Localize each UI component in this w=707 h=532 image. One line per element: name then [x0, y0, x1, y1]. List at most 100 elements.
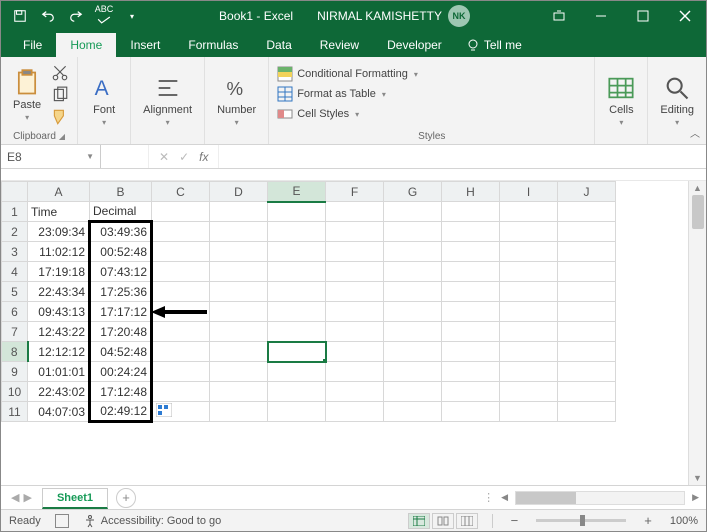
- cell[interactable]: [268, 382, 326, 402]
- cell[interactable]: Decimal: [90, 202, 152, 222]
- redo-icon[interactable]: [65, 5, 87, 27]
- scroll-right-icon[interactable]: ▶: [689, 492, 702, 503]
- cell[interactable]: [210, 262, 268, 282]
- macro-record-icon[interactable]: [55, 514, 69, 528]
- cell[interactable]: [442, 242, 500, 262]
- horizontal-scrollbar[interactable]: ⋮ ◀ ▶: [136, 491, 706, 505]
- cell[interactable]: [210, 282, 268, 302]
- row-header[interactable]: 8: [2, 342, 28, 362]
- row-header[interactable]: 9: [2, 362, 28, 382]
- cancel-formula-icon[interactable]: ✕: [159, 150, 169, 164]
- cell[interactable]: [500, 262, 558, 282]
- cell[interactable]: [268, 282, 326, 302]
- row-header[interactable]: 7: [2, 322, 28, 342]
- cell[interactable]: 17:25:36: [90, 282, 152, 302]
- cell[interactable]: 12:12:12: [28, 342, 90, 362]
- tell-me[interactable]: Tell me: [456, 33, 532, 57]
- cell[interactable]: [442, 402, 500, 422]
- insert-function-icon[interactable]: fx: [199, 150, 208, 164]
- cell[interactable]: [500, 322, 558, 342]
- scroll-up-icon[interactable]: ▲: [693, 183, 702, 193]
- save-icon[interactable]: [9, 5, 31, 27]
- cell[interactable]: [210, 402, 268, 422]
- format-painter-icon[interactable]: [51, 108, 69, 126]
- cell[interactable]: [500, 402, 558, 422]
- cell[interactable]: [152, 362, 210, 382]
- cell[interactable]: 01:01:01: [28, 362, 90, 382]
- tab-file[interactable]: File: [9, 33, 56, 57]
- undo-icon[interactable]: [37, 5, 59, 27]
- cell[interactable]: [268, 262, 326, 282]
- tab-formulas[interactable]: Formulas: [174, 33, 252, 57]
- select-all-triangle[interactable]: [2, 182, 28, 202]
- dialog-launcher-icon[interactable]: ◢: [59, 132, 65, 141]
- cell[interactable]: [268, 202, 326, 222]
- zoom-out-icon[interactable]: −: [507, 513, 523, 528]
- name-box[interactable]: E8▼: [1, 145, 101, 168]
- cell[interactable]: [558, 262, 616, 282]
- new-sheet-button[interactable]: +: [116, 488, 136, 508]
- vertical-scrollbar[interactable]: ▲ ▼: [688, 181, 706, 485]
- row-header[interactable]: 2: [2, 222, 28, 242]
- ribbon-display-options-icon[interactable]: [538, 1, 580, 31]
- cell[interactable]: [442, 282, 500, 302]
- tab-review[interactable]: Review: [306, 33, 373, 57]
- cell[interactable]: [442, 362, 500, 382]
- col-header-D[interactable]: D: [210, 182, 268, 202]
- cell[interactable]: [268, 222, 326, 242]
- col-header-J[interactable]: J: [558, 182, 616, 202]
- number-button[interactable]: % Number ▾: [213, 72, 260, 129]
- zoom-in-icon[interactable]: +: [640, 513, 656, 528]
- cell[interactable]: [442, 382, 500, 402]
- cell[interactable]: [558, 362, 616, 382]
- cell[interactable]: [152, 262, 210, 282]
- cell[interactable]: [500, 382, 558, 402]
- chevron-down-icon[interactable]: ▼: [86, 152, 94, 161]
- scrollbar-thumb[interactable]: [692, 195, 704, 229]
- row-header[interactable]: 1: [2, 202, 28, 222]
- cell[interactable]: [384, 382, 442, 402]
- cell[interactable]: [558, 242, 616, 262]
- cell-styles-button[interactable]: Cell Styles▾: [277, 105, 359, 123]
- format-as-table-button[interactable]: Format as Table▾: [277, 85, 386, 103]
- minimize-icon[interactable]: [580, 1, 622, 31]
- cell[interactable]: [384, 402, 442, 422]
- collapse-ribbon-icon[interactable]: ︿: [690, 125, 700, 140]
- font-button[interactable]: A Font ▾: [86, 72, 122, 129]
- cell[interactable]: [558, 202, 616, 222]
- cell[interactable]: 11:02:12: [28, 242, 90, 262]
- cell[interactable]: [558, 322, 616, 342]
- cell[interactable]: [210, 382, 268, 402]
- tab-insert[interactable]: Insert: [116, 33, 174, 57]
- col-header-H[interactable]: H: [442, 182, 500, 202]
- cell[interactable]: [500, 242, 558, 262]
- col-header-G[interactable]: G: [384, 182, 442, 202]
- cell[interactable]: [326, 402, 384, 422]
- spreadsheet-grid[interactable]: A B C D E F G H I J 1 Time: [1, 181, 706, 485]
- page-break-view-icon[interactable]: [456, 513, 478, 529]
- spellcheck-icon[interactable]: ABC: [93, 5, 115, 27]
- cell[interactable]: [326, 222, 384, 242]
- conditional-formatting-button[interactable]: Conditional Formatting▾: [277, 65, 418, 83]
- cell[interactable]: [326, 362, 384, 382]
- scroll-down-icon[interactable]: ▼: [693, 473, 702, 483]
- close-icon[interactable]: [664, 1, 706, 31]
- row-header[interactable]: 10: [2, 382, 28, 402]
- cell[interactable]: 04:52:48: [90, 342, 152, 362]
- cell[interactable]: [384, 302, 442, 322]
- cell[interactable]: [326, 262, 384, 282]
- col-header-A[interactable]: A: [28, 182, 90, 202]
- cell[interactable]: 12:43:22: [28, 322, 90, 342]
- cell[interactable]: [558, 282, 616, 302]
- sheet-tab[interactable]: Sheet1: [42, 488, 108, 509]
- scroll-left-icon[interactable]: ◀: [498, 492, 511, 503]
- cell[interactable]: [326, 202, 384, 222]
- cell[interactable]: 17:19:18: [28, 262, 90, 282]
- cell[interactable]: 09:43:13: [28, 302, 90, 322]
- cell[interactable]: [152, 282, 210, 302]
- cell[interactable]: [152, 322, 210, 342]
- cell[interactable]: [326, 242, 384, 262]
- cell[interactable]: [558, 342, 616, 362]
- cell[interactable]: 17:20:48: [90, 322, 152, 342]
- cell[interactable]: [268, 242, 326, 262]
